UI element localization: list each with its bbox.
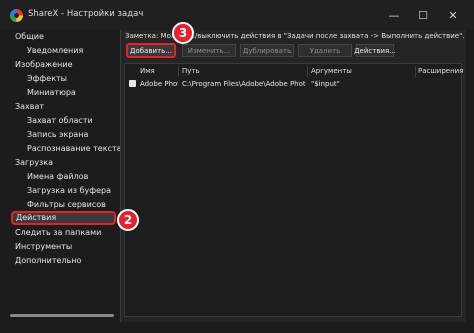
edit-button[interactable]: Изменить... bbox=[182, 44, 236, 57]
sidebar-item-effects[interactable]: Эффекты bbox=[27, 73, 67, 85]
sidebar-item-region-capture[interactable]: Захват области bbox=[27, 115, 93, 127]
actions-table bbox=[124, 63, 462, 317]
sharex-logo-icon bbox=[10, 9, 23, 22]
add-button[interactable]: Добавить... bbox=[126, 43, 176, 58]
column-divider[interactable] bbox=[178, 66, 179, 77]
sidebar-item-advanced[interactable]: Дополнительно bbox=[15, 255, 81, 267]
column-divider[interactable] bbox=[307, 66, 308, 77]
sidebar-item-notifications[interactable]: Уведомления bbox=[27, 45, 83, 57]
sidebar-item-screen-recording[interactable]: Запись экрана bbox=[27, 129, 88, 141]
table-cell-arguments[interactable]: "$input" bbox=[311, 79, 411, 89]
sidebar-item-ocr[interactable]: Распознавание текста bbox=[27, 143, 122, 155]
sidebar-item-upload[interactable]: Загрузка bbox=[15, 157, 53, 169]
sidebar-item-clipboard-upload[interactable]: Загрузка из буфера bbox=[27, 185, 111, 197]
step-3-badge: 3 bbox=[172, 22, 194, 44]
sidebar-item-tools[interactable]: Инструменты bbox=[15, 241, 72, 253]
duplicate-button[interactable]: Дублировать bbox=[240, 44, 294, 57]
column-header-extensions[interactable]: Расширения bbox=[418, 66, 463, 77]
delete-button[interactable]: Удалить bbox=[298, 44, 352, 57]
column-header-name[interactable]: Имя bbox=[140, 66, 155, 77]
step-2-badge: 2 bbox=[117, 209, 139, 231]
sidebar-item-thumbnail[interactable]: Миниатюра bbox=[27, 87, 76, 99]
table-cell-path[interactable]: C:\Program Files\Adobe\Adobe Photosho... bbox=[182, 79, 306, 89]
sidebar-item-file-naming[interactable]: Имена файлов bbox=[27, 171, 88, 183]
sidebar-scrollbar[interactable] bbox=[10, 314, 114, 317]
sidebar-item-image[interactable]: Изображение bbox=[15, 59, 73, 71]
window-title: ShareX - Настройки задач bbox=[28, 9, 144, 19]
column-header-path[interactable]: Путь bbox=[182, 66, 200, 77]
sidebar-item-uploader-filters[interactable]: Фильтры сервисов bbox=[27, 199, 106, 211]
table-cell-name[interactable]: Adobe Phot... bbox=[140, 79, 178, 89]
row-checkbox[interactable] bbox=[129, 80, 136, 87]
table-cell-extensions[interactable] bbox=[418, 79, 458, 89]
minimize-button[interactable]: — bbox=[382, 3, 406, 27]
sidebar-item-watch-folders[interactable]: Следить за папками bbox=[15, 227, 101, 239]
sidebar-item-general[interactable]: Общие bbox=[15, 31, 44, 43]
column-header-arguments[interactable]: Аргументы bbox=[311, 66, 352, 77]
column-divider[interactable] bbox=[415, 66, 416, 77]
close-button[interactable]: ✕ bbox=[441, 3, 465, 27]
maximize-button[interactable]: ☐ bbox=[411, 3, 435, 27]
sidebar-item-capture[interactable]: Захват bbox=[15, 101, 44, 113]
sidebar-item-actions[interactable]: Действия bbox=[11, 211, 116, 225]
actions-button[interactable]: Действия... bbox=[354, 44, 396, 57]
